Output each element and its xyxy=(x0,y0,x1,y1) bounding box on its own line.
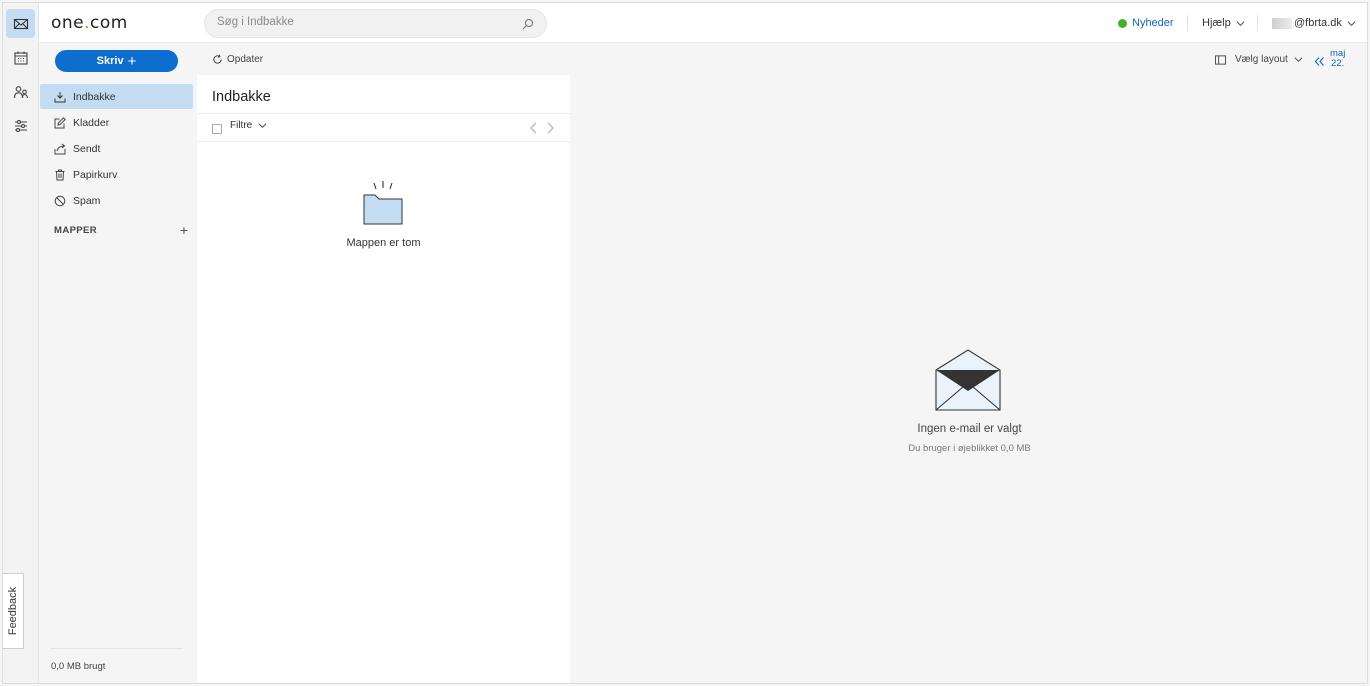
folder-sidebar: Skriv + Indbakke Kladder Sendt Papirkurv… xyxy=(39,43,197,683)
chevron-down-icon xyxy=(1294,57,1303,63)
list-divider xyxy=(197,113,570,114)
date-display: maj 22. xyxy=(1330,49,1345,69)
help-label: Hjælp xyxy=(1202,17,1231,29)
rail-mail-button[interactable] xyxy=(6,9,35,38)
sidebar-item-trash[interactable]: Papirkurv xyxy=(40,162,193,187)
layout-selector[interactable]: Vælg layout xyxy=(1215,54,1303,65)
search-input[interactable] xyxy=(217,16,507,28)
spam-icon xyxy=(54,195,66,206)
folders-header: MAPPER + xyxy=(54,223,188,237)
brand-logo[interactable]: one.com xyxy=(51,13,128,33)
chevron-down-icon xyxy=(1347,20,1356,26)
double-chevron-left-icon xyxy=(1314,57,1324,66)
filter-dropdown[interactable]: Filtre xyxy=(230,120,267,131)
logo-text-com: com xyxy=(90,13,128,33)
message-list-panel: Indbakke Filtre Mappen er tom xyxy=(197,75,570,683)
date-day: 22. xyxy=(1331,58,1345,69)
chevron-down-icon xyxy=(1236,20,1245,26)
account-menu[interactable]: @fbrta.dk xyxy=(1272,3,1356,43)
news-label: Nyheder xyxy=(1132,17,1174,29)
news-status-dot xyxy=(1118,18,1127,28)
rail-settings-button[interactable] xyxy=(6,111,35,140)
folders-title: MAPPER xyxy=(54,224,98,236)
sidebar-item-label: Sendt xyxy=(73,142,101,155)
drafts-icon xyxy=(54,116,66,128)
refresh-label: Opdater xyxy=(227,54,264,65)
top-header: one.com Nyheder Hjælp @fbrta.dk xyxy=(39,3,1367,43)
filter-label: Filtre xyxy=(230,120,253,131)
calendar-icon xyxy=(13,51,28,65)
list-title: Indbakke xyxy=(212,89,271,105)
feedback-label: Feedback xyxy=(7,586,19,636)
sidebar-item-label: Spam xyxy=(73,194,101,207)
logo-text-one: one xyxy=(51,13,85,33)
account-label: @fbrta.dk xyxy=(1294,17,1342,29)
list-divider xyxy=(197,141,570,142)
header-divider xyxy=(1257,15,1258,31)
search-icon[interactable] xyxy=(522,18,534,30)
help-menu[interactable]: Hjælp xyxy=(1202,3,1245,43)
compose-label: Skriv xyxy=(96,55,124,67)
app-window: Feedback one.com Nyheder Hjælp @fbrta.dk… xyxy=(2,2,1368,684)
sidebar-item-spam[interactable]: Spam xyxy=(40,188,193,213)
trash-icon xyxy=(55,169,65,180)
compose-button[interactable]: Skriv + xyxy=(55,50,178,72)
settings-sliders-icon xyxy=(14,119,27,132)
news-link[interactable]: Nyheder xyxy=(1118,3,1174,43)
previous-page-icon[interactable] xyxy=(528,121,540,135)
sidebar-item-sent[interactable]: Sendt xyxy=(40,136,193,161)
inbox-icon xyxy=(54,91,66,102)
header-divider xyxy=(1187,15,1188,31)
empty-folder-icon xyxy=(363,181,403,225)
storage-divider xyxy=(51,648,183,649)
sidebar-item-label: Kladder xyxy=(73,116,110,129)
storage-usage: 0,0 MB brugt xyxy=(51,661,106,672)
rail-contacts-button[interactable] xyxy=(6,77,35,106)
sidebar-item-label: Papirkurv xyxy=(73,168,118,181)
chevron-down-icon xyxy=(258,123,267,129)
sidebar-item-label: Indbakke xyxy=(73,90,116,103)
mail-icon xyxy=(13,18,28,29)
reading-pane: Ingen e-mail er valgt Du bruger i øjebli… xyxy=(570,75,1367,683)
refresh-button[interactable]: Opdater xyxy=(212,54,263,65)
contacts-icon xyxy=(13,85,28,98)
no-email-selected-title: Ingen e-mail er valgt xyxy=(917,423,1022,435)
open-envelope-icon xyxy=(935,349,1001,411)
search-bar xyxy=(204,9,547,38)
sent-icon xyxy=(54,143,66,154)
empty-folder-message: Mappen er tom xyxy=(346,237,421,249)
avatar xyxy=(1272,17,1292,29)
sidebar-item-drafts[interactable]: Kladder xyxy=(40,110,193,135)
layout-label: Vælg layout xyxy=(1235,54,1288,65)
rail-calendar-button[interactable] xyxy=(6,43,35,72)
plus-icon: + xyxy=(127,52,137,70)
date-collapse-toggle[interactable]: maj 22. xyxy=(1314,49,1345,69)
next-page-icon[interactable] xyxy=(544,121,556,135)
add-folder-button[interactable]: + xyxy=(180,223,188,237)
sidebar-item-inbox[interactable]: Indbakke xyxy=(40,84,193,109)
storage-usage-subtitle: Du bruger i øjeblikket 0,0 MB xyxy=(908,443,1031,454)
layout-icon xyxy=(1215,54,1226,65)
feedback-tab[interactable]: Feedback xyxy=(3,573,24,649)
refresh-icon xyxy=(213,54,222,64)
select-all-checkbox[interactable] xyxy=(212,124,222,134)
